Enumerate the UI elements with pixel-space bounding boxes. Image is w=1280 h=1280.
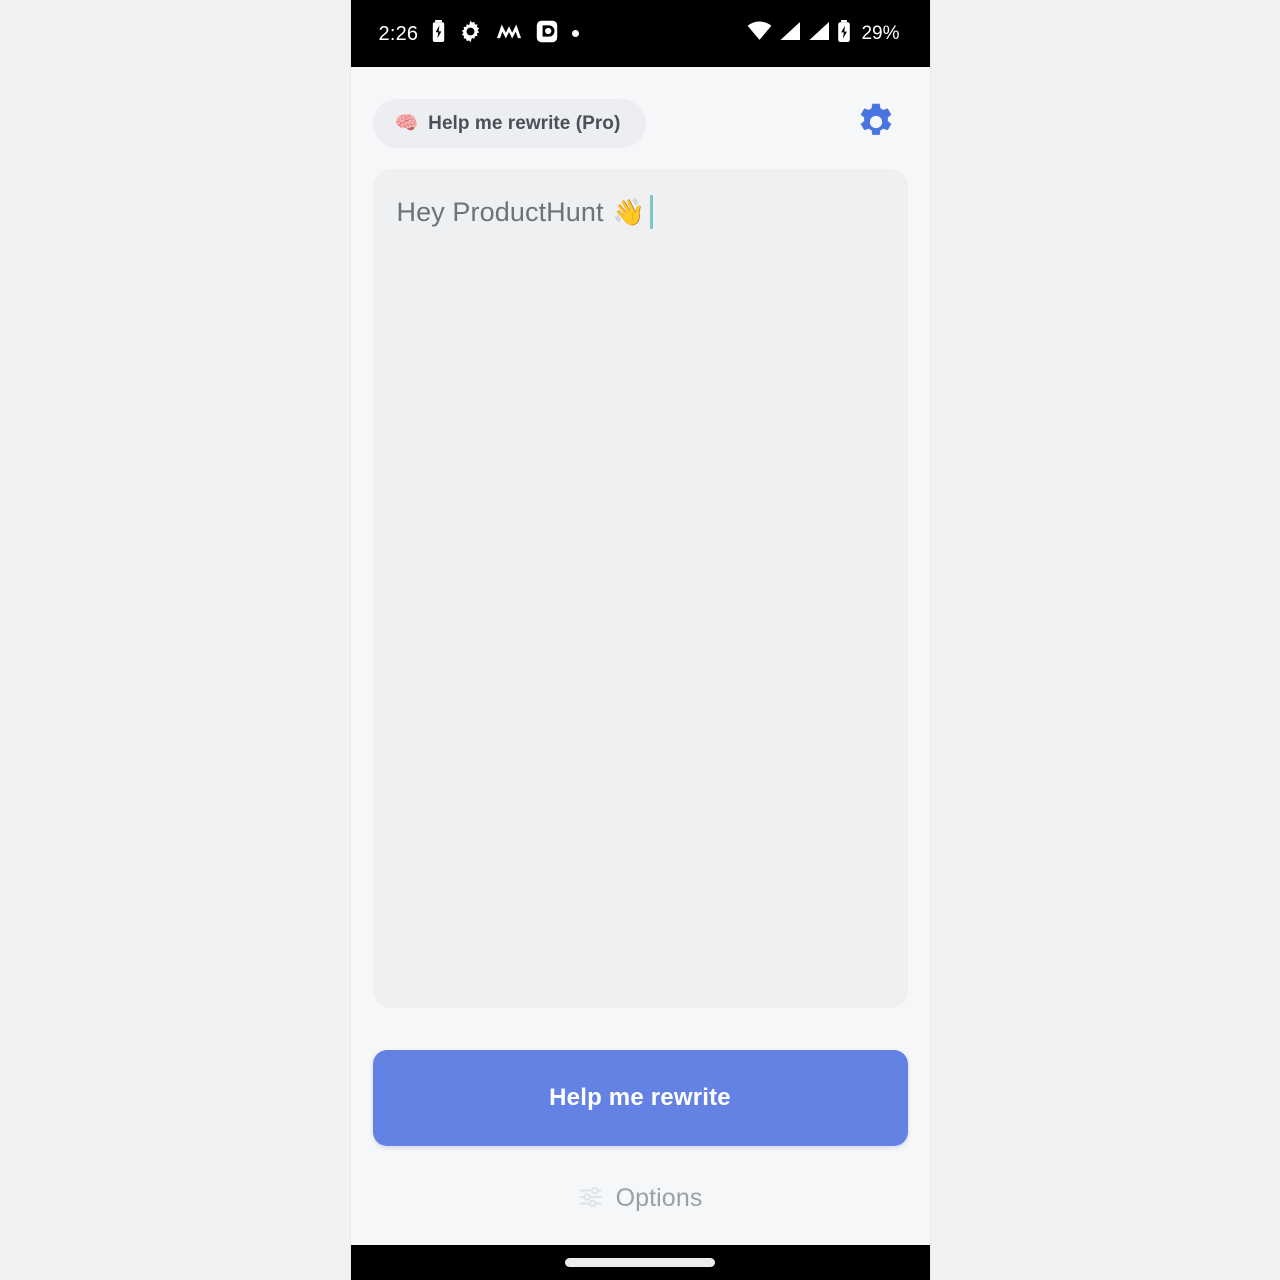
cellular-signal-2-icon (808, 21, 830, 46)
app-top-bar: 🧠 Help me rewrite (Pro) (372, 67, 908, 169)
help-me-rewrite-button[interactable]: Help me rewrite (372, 1050, 908, 1146)
waving-hand-icon: 👋 (612, 197, 646, 227)
more-notifications-dot (572, 30, 580, 37)
options-button[interactable]: Options (568, 1178, 713, 1219)
app-content: 🧠 Help me rewrite (Pro) Hey ProductHunt … (350, 67, 930, 1245)
mode-chip-help-me-rewrite-pro[interactable]: 🧠 Help me rewrite (Pro) (372, 98, 647, 148)
status-bar-right: 29% (747, 20, 900, 47)
brain-icon: 🧠 (394, 112, 419, 134)
phone-screen: 2:26 29% 🧠 Help me rewrite (Pro) Hey Pro… (350, 0, 930, 1280)
wifi-icon (747, 21, 772, 46)
home-gesture-pill[interactable] (565, 1258, 715, 1267)
sliders-tune-icon (578, 1184, 604, 1213)
text-caret (650, 195, 654, 229)
mode-chip-label: Help me rewrite (Pro) (428, 112, 621, 134)
system-navigation-bar (350, 1245, 930, 1280)
gear-notification-icon (459, 20, 482, 48)
m-app-notification-icon (496, 22, 522, 46)
status-bar: 2:26 29% (350, 0, 930, 67)
action-footer: Help me rewrite Options (372, 1008, 908, 1245)
editor-first-line: Hey ProductHunt 👋 (397, 195, 884, 229)
rounded-square-app-notification-icon (536, 20, 558, 48)
rewrite-text-input[interactable]: Hey ProductHunt 👋 (372, 169, 908, 1008)
settings-button[interactable] (848, 95, 904, 151)
battery-percentage-label: 29% (861, 23, 900, 44)
battery-charging-icon (837, 20, 851, 47)
cellular-signal-1-icon (779, 21, 801, 46)
options-label: Options (615, 1184, 703, 1212)
status-bar-clock: 2:26 (378, 22, 419, 45)
status-bar-left: 2:26 (379, 20, 580, 48)
battery-charging-icon (432, 20, 445, 47)
editor-text-value: Hey ProductHunt (396, 196, 604, 227)
gear-icon (855, 101, 897, 146)
